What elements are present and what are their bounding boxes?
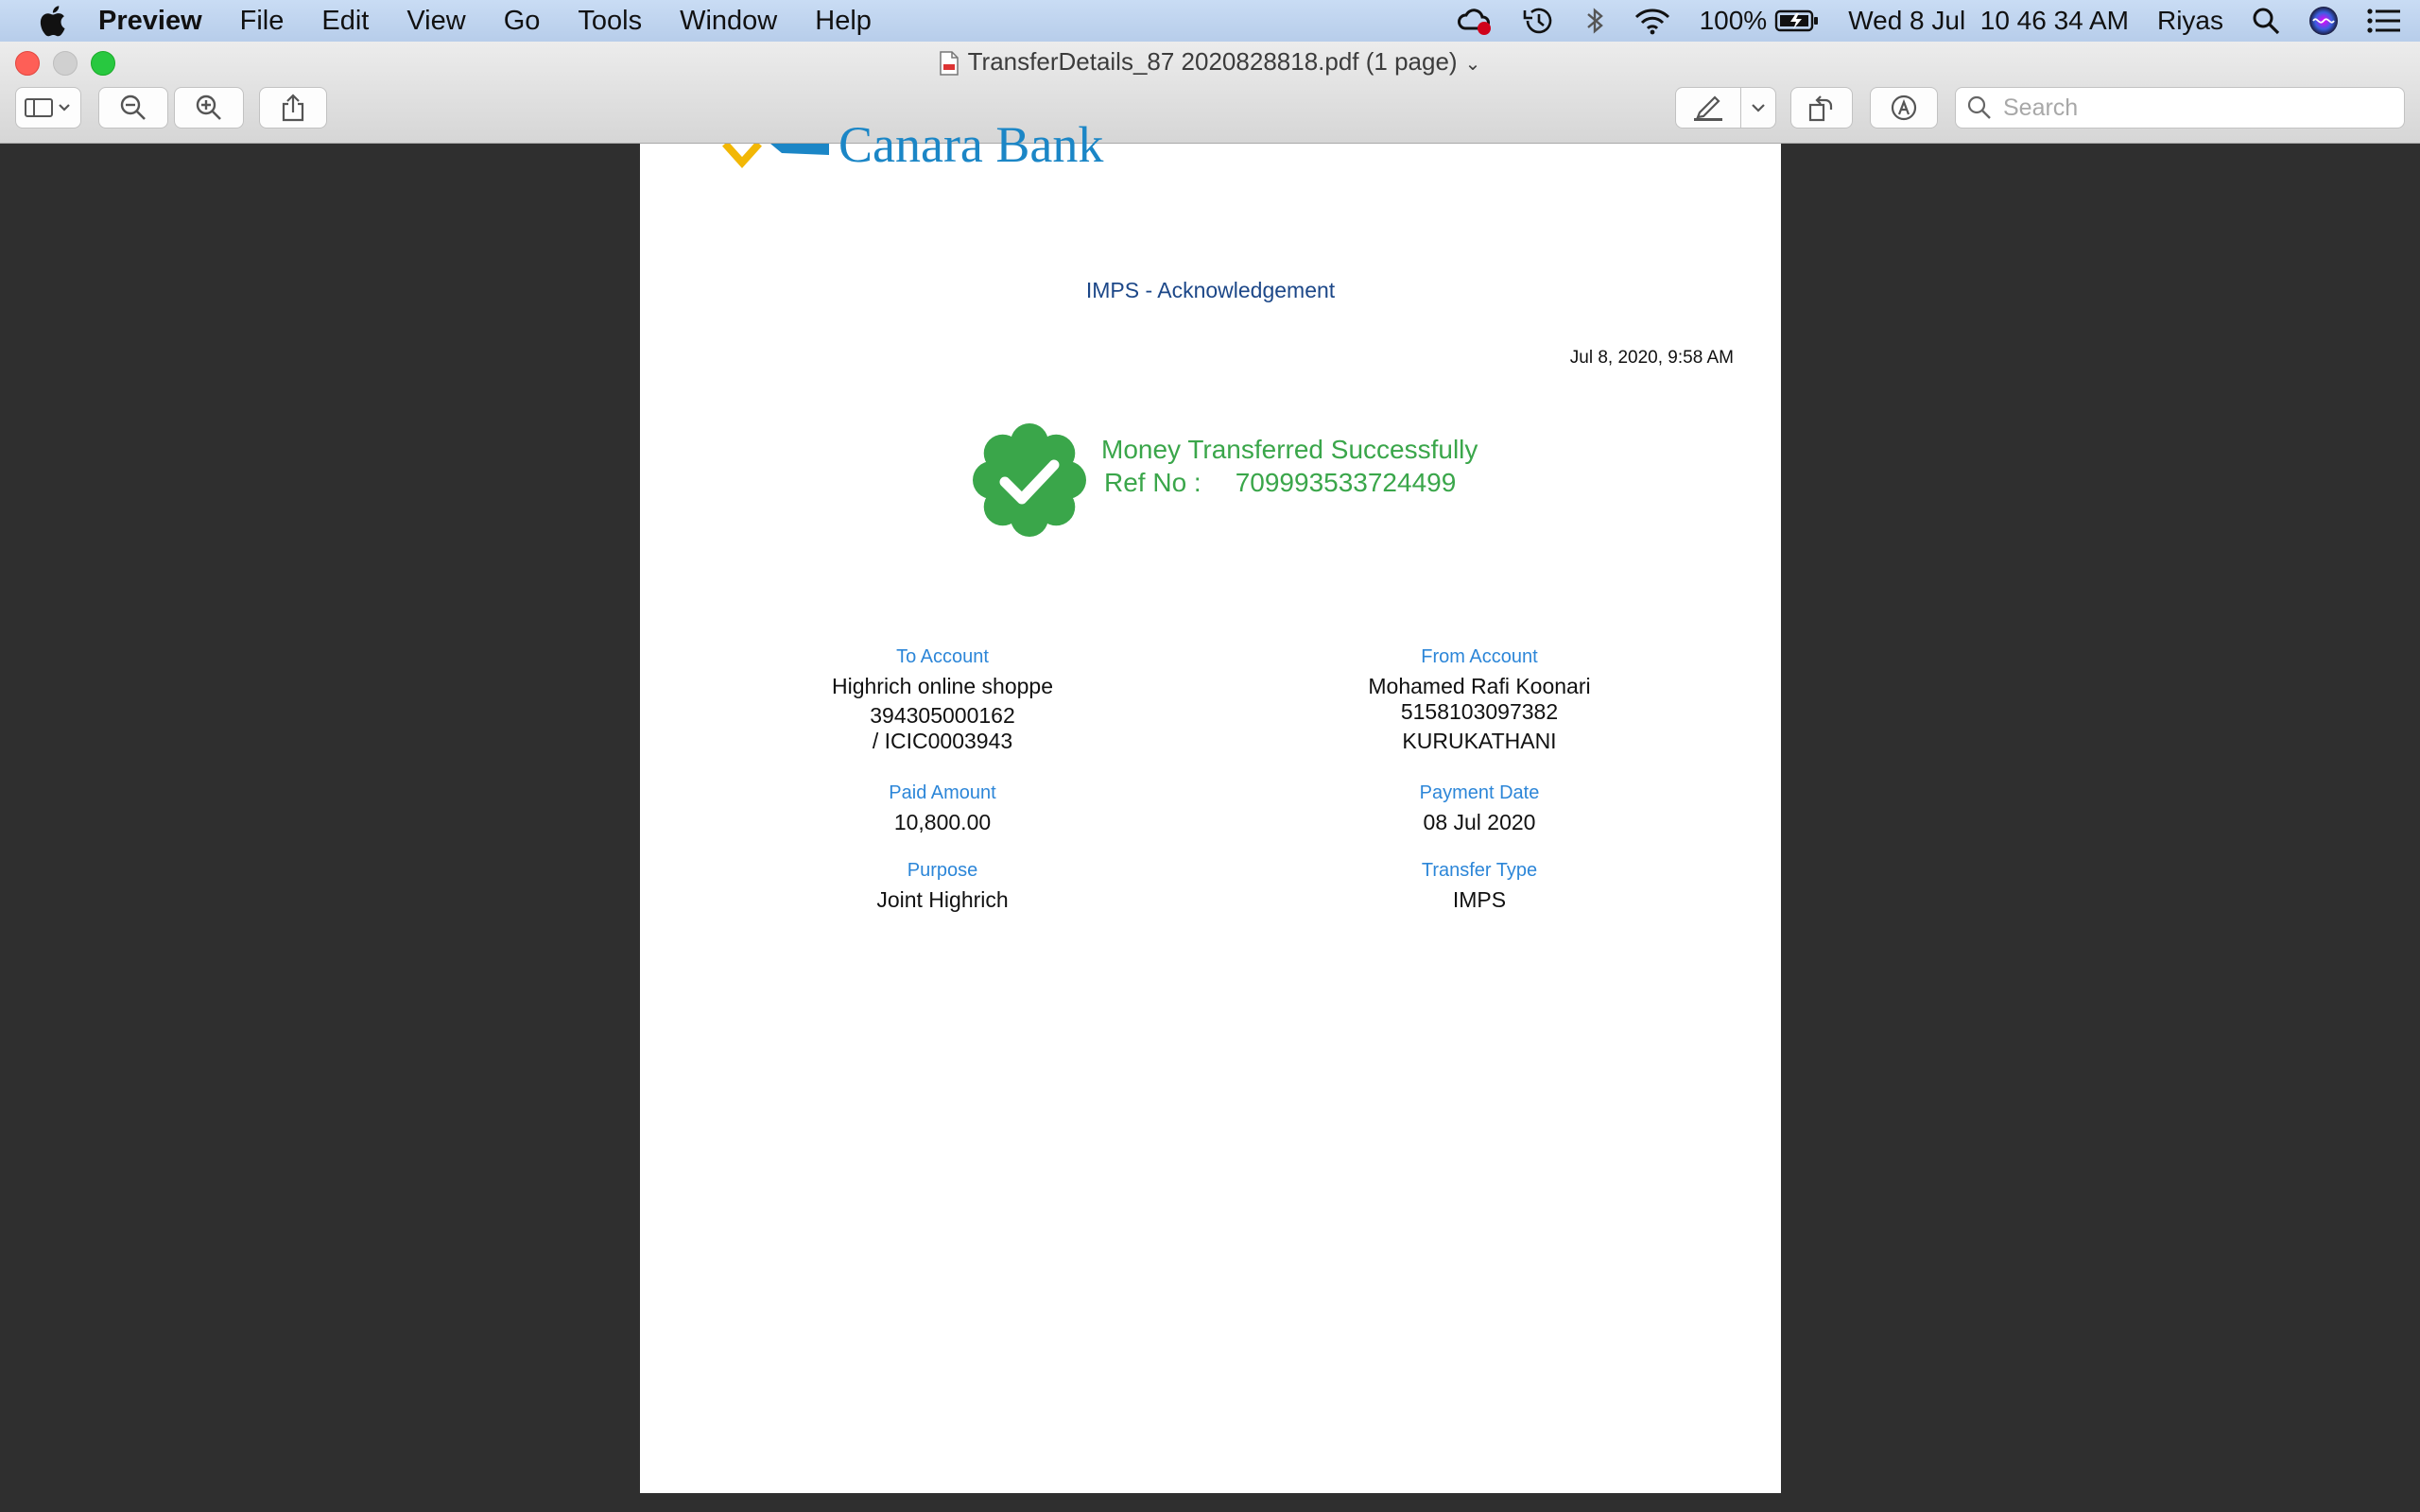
battery-percent: 100% (1699, 6, 1768, 35)
to-account-name: Highrich online shoppe (832, 674, 1053, 698)
from-account-label: From Account (1421, 646, 1538, 667)
to-account-block: To Account Highrich online shoppe 394305… (753, 646, 1132, 754)
pdf-page: Canara Bank IMPS - Acknowledgement Jul 8… (640, 116, 1781, 1493)
menu-user[interactable]: Riyas (2157, 6, 2223, 36)
payment-date-label: Payment Date (1419, 782, 1540, 803)
to-account-label: To Account (896, 646, 989, 667)
menu-help[interactable]: Help (815, 6, 872, 37)
spotlight-search-icon[interactable] (2252, 7, 2280, 35)
window-titlebar: TransferDetails_87 2020828818.pdf (1 pag… (0, 42, 2420, 144)
zoom-in-button[interactable] (174, 87, 244, 129)
highlight-button[interactable] (1675, 87, 1741, 129)
chevron-down-icon (1752, 104, 1765, 112)
rotate-icon (1808, 95, 1833, 122)
title-chevron-down-icon[interactable]: ⌄ (1465, 54, 1481, 75)
menu-edit[interactable]: Edit (321, 6, 369, 37)
menu-app-name[interactable]: Preview (98, 6, 202, 37)
menu-clock[interactable]: Wed 8 Jul 10 46 34 AM (1848, 6, 2129, 36)
markup-button[interactable] (1870, 87, 1938, 129)
payment-date-value: 08 Jul 2020 (1423, 810, 1536, 834)
menu-window[interactable]: Window (680, 6, 777, 37)
to-account-ifsc: / ICIC0003943 (872, 729, 1013, 753)
bluetooth-icon[interactable] (1584, 6, 1605, 36)
paid-amount-block: Paid Amount 10,800.00 (753, 782, 1132, 835)
from-account-block: From Account Mohamed Rafi Koonari 515810… (1290, 646, 1668, 754)
status-area: 100% Wed 8 Jul 10 46 34 AM Riyas (1427, 0, 2420, 42)
apple-menu-icon[interactable] (38, 5, 66, 37)
notification-center-icon[interactable] (2367, 9, 2401, 33)
success-message: Money Transferred Successfully (1101, 435, 1478, 464)
paid-amount-label: Paid Amount (889, 782, 996, 803)
menu-go[interactable]: Go (504, 6, 541, 37)
ref-number: 709993533724499 (1235, 468, 1457, 497)
transfer-type-value: IMPS (1452, 887, 1507, 912)
success-check-badge-icon (973, 423, 1086, 537)
window-title[interactable]: TransferDetails_87 2020828818.pdf (1 pag… (0, 47, 2420, 77)
markup-pen-icon (1891, 94, 1917, 121)
window-title-text: TransferDetails_87 2020828818.pdf (1 pag… (967, 47, 1458, 76)
payment-date-block: Payment Date 08 Jul 2020 (1290, 782, 1668, 835)
bank-logo-mark-icon (722, 141, 829, 168)
sidebar-toggle-button[interactable] (15, 87, 81, 129)
share-button[interactable] (259, 87, 327, 129)
canara-bank-logo: Canara Bank (697, 116, 1103, 177)
share-icon (282, 94, 304, 122)
zoom-in-icon (196, 94, 221, 120)
transfer-type-block: Transfer Type IMPS (1290, 860, 1668, 913)
search-field[interactable] (1955, 87, 2405, 129)
transfer-type-label: Transfer Type (1421, 860, 1538, 881)
highlighter-pen-icon (1694, 95, 1722, 121)
search-icon (1967, 95, 1991, 119)
zoom-out-button[interactable] (98, 87, 168, 129)
creative-cloud-icon[interactable] (1456, 6, 1494, 36)
pdf-document-icon (939, 51, 959, 76)
purpose-label: Purpose (907, 860, 978, 881)
rotate-button[interactable] (1790, 87, 1853, 129)
acknowledgement-title: IMPS - Acknowledgement (1085, 278, 1336, 302)
menu-view[interactable]: View (406, 6, 465, 37)
search-input[interactable] (2001, 93, 2383, 123)
time-machine-icon[interactable] (1522, 5, 1556, 37)
transaction-timestamp: Jul 8, 2020, 9:58 AM (1569, 348, 1734, 368)
paid-amount-value: 10,800.00 (893, 810, 992, 834)
sidebar-icon (25, 98, 70, 117)
zoom-out-icon (120, 94, 146, 120)
reference-row: Ref No : 709993533724499 (1104, 468, 1456, 498)
from-account-name: Mohamed Rafi Koonari (1368, 674, 1591, 698)
menu-file[interactable]: File (240, 6, 285, 37)
purpose-value: Joint Highrich (876, 887, 1009, 912)
siri-icon[interactable] (2308, 6, 2339, 36)
purpose-block: Purpose Joint Highrich (753, 860, 1132, 913)
ref-label: Ref No : (1104, 468, 1201, 497)
menu-tools[interactable]: Tools (578, 6, 642, 37)
from-account-number: 5158103097382 (1400, 699, 1559, 724)
menu-bar: Preview File Edit View Go Tools Window H… (0, 0, 2420, 42)
wifi-icon[interactable] (1634, 7, 1671, 35)
to-account-number: 394305000162 (870, 703, 1015, 728)
from-account-branch: KURUKATHANI (1402, 729, 1557, 753)
highlight-options-button[interactable] (1740, 87, 1776, 129)
logo-text: Canara Bank (838, 116, 1104, 173)
battery-icon[interactable] (1774, 9, 1820, 33)
